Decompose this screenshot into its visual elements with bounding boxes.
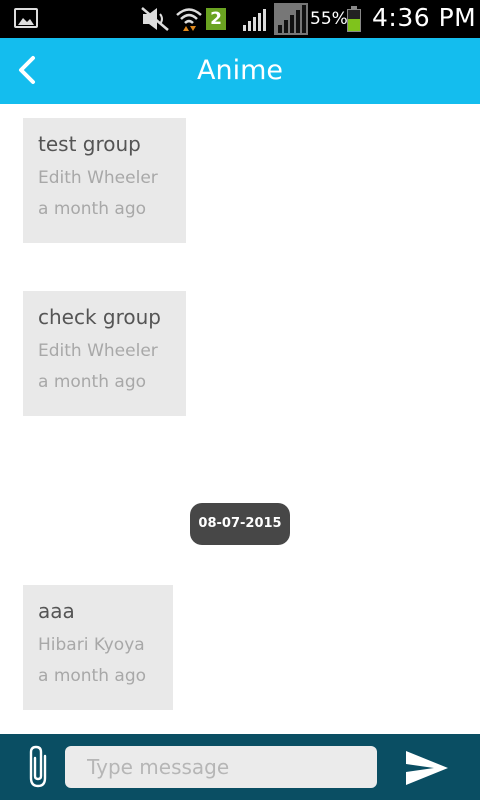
- message-input[interactable]: [65, 746, 377, 788]
- message-time: a month ago: [38, 199, 147, 219]
- message-text: test group: [38, 132, 141, 156]
- message-sender: Edith Wheeler: [38, 341, 158, 361]
- message-composer: [0, 734, 480, 800]
- mute-icon: [141, 7, 169, 31]
- message-sender: Hibari Kyoya: [38, 635, 145, 655]
- paperclip-icon: [29, 745, 47, 788]
- gallery-icon: [14, 8, 38, 28]
- attach-button[interactable]: [26, 744, 54, 790]
- signal-icon: [243, 9, 266, 31]
- wifi-icon: [176, 8, 202, 31]
- date-separator: 08-07-2015: [190, 503, 290, 545]
- send-icon: [406, 751, 448, 785]
- back-button[interactable]: [6, 46, 54, 94]
- send-button[interactable]: [404, 748, 450, 788]
- network-badge: 2: [206, 8, 226, 30]
- message-time: a month ago: [38, 666, 147, 686]
- message-bubble[interactable]: test group Edith Wheeler a month ago: [23, 118, 186, 243]
- message-text: check group: [38, 305, 161, 329]
- signal-icon: [274, 3, 308, 35]
- battery-icon: [347, 9, 361, 32]
- message-bubble[interactable]: aaa Hibari Kyoya a month ago: [23, 585, 173, 710]
- message-text: aaa: [38, 599, 75, 623]
- page-title: Anime: [197, 55, 283, 86]
- chevron-left-icon: [19, 56, 35, 84]
- status-bar: 2 55% 4:36 PM: [0, 0, 480, 38]
- clock: 4:36 PM: [372, 3, 477, 32]
- message-time: a month ago: [38, 372, 147, 392]
- app-bar: Anime: [0, 38, 480, 104]
- message-sender: Edith Wheeler: [38, 168, 158, 188]
- message-bubble[interactable]: check group Edith Wheeler a month ago: [23, 291, 186, 416]
- battery-percent: 55%: [310, 9, 348, 29]
